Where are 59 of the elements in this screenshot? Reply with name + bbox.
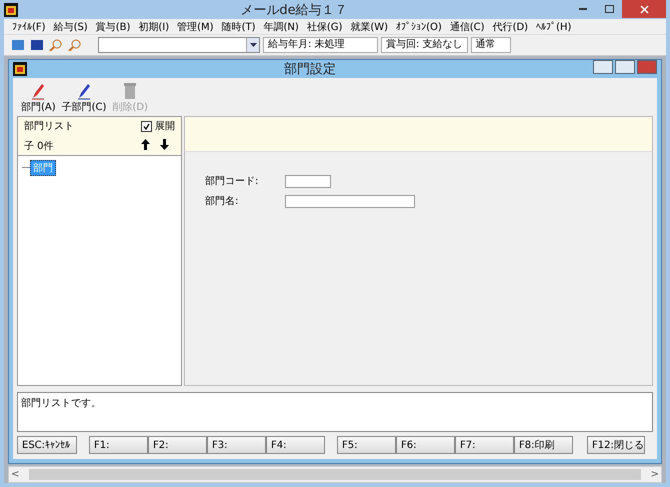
menu-item[interactable]: 管理(M) <box>173 20 218 34</box>
expand-checkbox[interactable]: 展開 <box>141 119 175 133</box>
scroll-left-button[interactable]: < <box>9 468 22 480</box>
function-key[interactable]: F6: <box>396 436 455 454</box>
pen-icon <box>76 82 92 100</box>
pen-icon <box>30 82 46 100</box>
menu-item[interactable]: 随時(T) <box>218 20 260 34</box>
input-field[interactable] <box>285 194 415 208</box>
minimize-icon <box>579 8 587 10</box>
menu-item[interactable]: ﾍﾙﾌﾟ(H) <box>532 20 576 32</box>
menu-item[interactable]: 通信(C) <box>446 20 489 34</box>
list-title: 部門リスト <box>24 120 75 133</box>
close-button[interactable] <box>622 0 666 18</box>
menu-item[interactable]: 代行(D) <box>488 20 532 34</box>
message-box: 部門リストです。 <box>17 392 653 432</box>
close-icon <box>640 4 648 14</box>
function-key[interactable]: F7: <box>455 436 514 454</box>
down-arrow-icon[interactable] <box>160 139 169 150</box>
child-count: 子 0件 <box>24 140 55 153</box>
tree-connector-icon <box>22 167 30 168</box>
menu-item[interactable]: 年調(N) <box>260 20 303 34</box>
scroll-right-button[interactable]: > <box>648 468 661 480</box>
menu-item[interactable]: 就業(W) <box>346 20 392 34</box>
function-key[interactable]: F12:閉じる <box>587 436 645 454</box>
function-key[interactable]: ESC:ｷｬﾝｾﾙ <box>17 436 77 454</box>
toolbar-button[interactable]: 子部門(C) <box>62 82 106 114</box>
function-key[interactable]: F3: <box>207 436 266 454</box>
function-key[interactable]: F5: <box>337 436 396 454</box>
period-field: 給与年月: 未処理 <box>263 37 378 53</box>
trash-icon <box>123 82 138 100</box>
app-icon <box>4 2 18 16</box>
menu-item[interactable]: 社保(G) <box>302 20 346 34</box>
checkmark-icon <box>143 122 150 130</box>
zoom-out-icon[interactable] <box>68 39 82 51</box>
window-title: メールde給与１７ <box>239 2 349 18</box>
bonus-field: 賞与回: 支給なし <box>381 37 468 53</box>
mode-field: 通常 <box>470 37 511 53</box>
function-key[interactable]: F1: <box>89 436 148 454</box>
function-key[interactable]: F4: <box>266 436 325 454</box>
field-label: 部門コード: <box>205 174 260 188</box>
function-key[interactable]: F2: <box>148 436 207 454</box>
function-key[interactable]: F8:印刷 <box>514 436 573 454</box>
scroll-thumb[interactable] <box>29 469 641 480</box>
up-arrow-icon[interactable] <box>141 139 150 150</box>
dialog-title: 部門設定 <box>283 61 337 78</box>
field-label: 部門名: <box>205 194 240 208</box>
app-icon <box>13 62 27 76</box>
maximize-icon <box>604 5 614 13</box>
combo-box[interactable] <box>98 37 260 53</box>
menu-item[interactable]: 給与(S) <box>50 20 92 34</box>
menu-item[interactable]: 賞与(B) <box>92 20 134 34</box>
menu-item[interactable]: ﾌｧｲﾙ(F) <box>8 20 50 32</box>
input-field[interactable] <box>285 174 331 188</box>
minimize-button[interactable] <box>593 60 613 74</box>
zoom-in-icon[interactable] <box>49 39 63 51</box>
toolbar-button[interactable]: 部門(A) <box>21 82 56 114</box>
restore-button[interactable] <box>615 60 635 74</box>
menu-item[interactable]: ｵﾌﾟｼｮﾝ(O) <box>392 20 446 32</box>
menu-item[interactable]: 初期(I) <box>134 20 174 34</box>
